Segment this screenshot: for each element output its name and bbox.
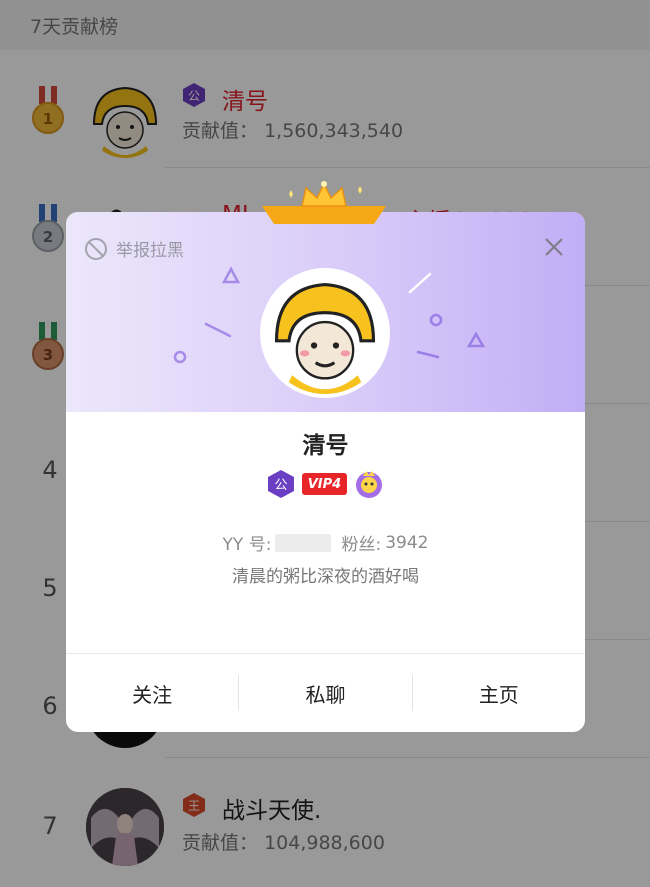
vip-badge: VIP4: [301, 473, 348, 495]
guild-badge-icon: 公: [267, 470, 294, 498]
homepage-button[interactable]: 主页: [413, 654, 585, 732]
yy-id-label: YY 号:: [222, 535, 272, 555]
report-block-button[interactable]: 举报拉黑: [84, 236, 184, 261]
profile-id-line: YY 号: 粉丝: 3942: [66, 530, 585, 556]
follow-button[interactable]: 关注: [66, 654, 238, 732]
svg-text:公: 公: [274, 478, 287, 493]
profile-username: 清号: [302, 433, 349, 459]
crown-icon: [262, 181, 386, 224]
private-chat-button[interactable]: 私聊: [239, 654, 411, 732]
fans-label: 粉丝:: [341, 535, 382, 555]
report-label: 举报拉黑: [116, 241, 184, 261]
noble-badge-icon: [356, 471, 383, 498]
dialog-actions: 关注 私聊 主页: [66, 654, 585, 732]
user-profile-dialog: 举报拉黑 清号 公 VIP4 YY 号: 粉丝: 3942 清晨的粥比深夜的酒好…: [66, 181, 585, 732]
dialog-header: 举报拉黑: [66, 212, 585, 412]
fans-count: 3942: [385, 532, 429, 553]
block-icon: [85, 237, 107, 260]
yy-id-redacted: [275, 533, 332, 552]
profile-badges: 公 VIP4: [66, 468, 585, 500]
profile-signature: 清晨的粥比深夜的酒好喝: [232, 567, 419, 587]
close-icon[interactable]: [543, 236, 565, 258]
profile-avatar[interactable]: [260, 268, 390, 398]
